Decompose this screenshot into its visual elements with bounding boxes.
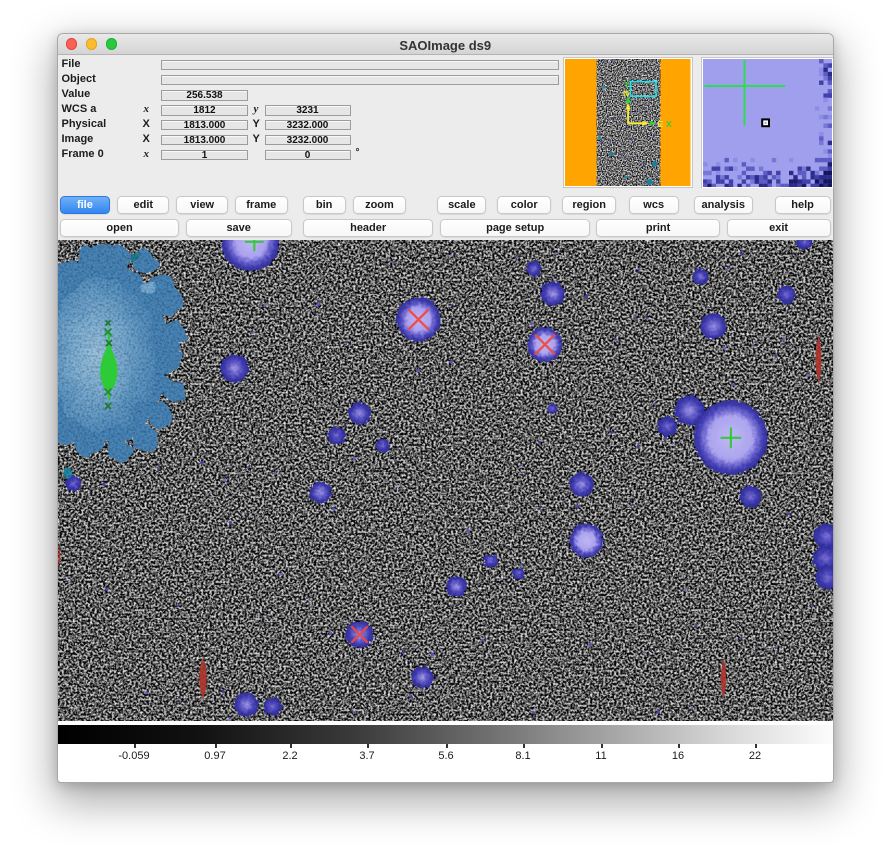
- svg-text:X: X: [666, 119, 672, 129]
- svg-text:N: N: [623, 88, 629, 98]
- svg-text:E: E: [658, 119, 664, 129]
